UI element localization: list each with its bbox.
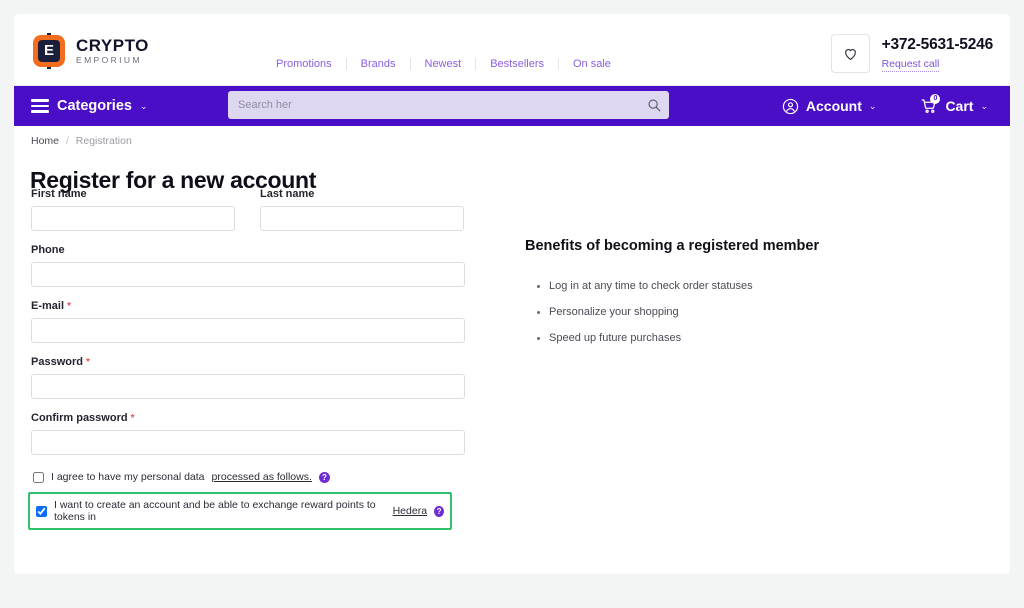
cart-menu[interactable]: 0 Cart ⌄ bbox=[898, 86, 1010, 126]
first-name-input[interactable] bbox=[31, 206, 235, 231]
breadcrumb: Home / Registration bbox=[31, 135, 132, 147]
main-navbar: Categories ⌄ Account ⌄ bbox=[14, 86, 1010, 126]
hedera-text: I want to create an account and be able … bbox=[54, 499, 386, 523]
breadcrumb-current: Registration bbox=[76, 135, 132, 147]
header-right: +372-5631-5246 Request call bbox=[831, 34, 993, 73]
logo-letter: E bbox=[38, 40, 60, 62]
search-box bbox=[228, 91, 669, 119]
hamburger-icon bbox=[31, 99, 49, 112]
field-phone: Phone bbox=[31, 244, 465, 287]
list-item: Speed up future purchases bbox=[549, 332, 965, 344]
label-email: E-mail * bbox=[31, 300, 465, 312]
logo-mark-icon: E bbox=[31, 33, 67, 69]
phone-block: +372-5631-5246 Request call bbox=[882, 36, 993, 72]
chevron-down-icon: ⌄ bbox=[140, 101, 148, 112]
navbar-right: Account ⌄ 0 Cart ⌄ bbox=[760, 86, 1010, 126]
chevron-down-icon: ⌄ bbox=[980, 101, 988, 112]
top-nav-item-newest[interactable]: Newest bbox=[411, 58, 477, 70]
phone-number[interactable]: +372-5631-5246 bbox=[882, 36, 993, 54]
consent-text: I agree to have my personal data bbox=[51, 471, 205, 483]
confirm-password-input[interactable] bbox=[31, 430, 465, 455]
field-last-name: Last name bbox=[260, 188, 464, 231]
breadcrumb-home[interactable]: Home bbox=[31, 135, 59, 147]
wishlist-button[interactable] bbox=[831, 34, 870, 73]
logo-text: CRYPTO EMPORIUM bbox=[76, 37, 149, 66]
field-password: Password * bbox=[31, 356, 465, 399]
field-first-name: First name bbox=[31, 188, 235, 231]
cart-count-badge: 0 bbox=[930, 94, 940, 104]
cart-label: Cart bbox=[945, 98, 973, 114]
consent-row: I agree to have my personal data process… bbox=[31, 468, 482, 486]
label-confirm-password: Confirm password * bbox=[31, 412, 465, 424]
breadcrumb-separator: / bbox=[66, 135, 69, 147]
info-icon[interactable]: ? bbox=[319, 472, 330, 483]
list-item: Log in at any time to check order status… bbox=[549, 280, 965, 292]
required-marker: * bbox=[67, 301, 71, 312]
info-icon[interactable]: ? bbox=[434, 506, 444, 517]
categories-button[interactable]: Categories ⌄ bbox=[31, 98, 148, 114]
email-input[interactable] bbox=[31, 318, 465, 343]
logo-subtitle: EMPORIUM bbox=[76, 55, 149, 66]
list-item: Personalize your shopping bbox=[549, 306, 965, 318]
request-call-link[interactable]: Request call bbox=[882, 58, 940, 72]
account-menu[interactable]: Account ⌄ bbox=[760, 86, 899, 126]
categories-label: Categories bbox=[57, 98, 132, 114]
search-input[interactable] bbox=[228, 99, 639, 111]
site-header: E CRYPTO EMPORIUM Promotions Brands Newe… bbox=[14, 14, 1010, 86]
hedera-link[interactable]: Hedera bbox=[393, 505, 427, 517]
site-logo[interactable]: E CRYPTO EMPORIUM bbox=[31, 33, 149, 69]
label-password: Password * bbox=[31, 356, 465, 368]
chevron-down-icon: ⌄ bbox=[869, 101, 877, 112]
benefits-title: Benefits of becoming a registered member bbox=[525, 238, 965, 254]
search-icon bbox=[647, 98, 661, 112]
required-marker: * bbox=[131, 413, 135, 424]
top-nav-item-on-sale[interactable]: On sale bbox=[559, 58, 625, 70]
top-nav-item-promotions[interactable]: Promotions bbox=[262, 58, 347, 70]
field-email: E-mail * bbox=[31, 300, 465, 343]
registration-form: First name Last name Phone E-mail * bbox=[14, 188, 482, 530]
hedera-highlight-box: I want to create an account and be able … bbox=[28, 492, 452, 530]
top-nav-item-bestsellers[interactable]: Bestsellers bbox=[476, 58, 559, 70]
processed-as-follows-link[interactable]: processed as follows. bbox=[212, 471, 312, 483]
password-input[interactable] bbox=[31, 374, 465, 399]
last-name-input[interactable] bbox=[260, 206, 464, 231]
label-last-name: Last name bbox=[260, 188, 464, 200]
top-nav-item-brands[interactable]: Brands bbox=[347, 58, 411, 70]
label-first-name: First name bbox=[31, 188, 235, 200]
search-button[interactable] bbox=[639, 91, 669, 119]
benefits-list: Log in at any time to check order status… bbox=[525, 280, 965, 344]
label-phone: Phone bbox=[31, 244, 465, 256]
top-nav: Promotions Brands Newest Bestsellers On … bbox=[262, 58, 625, 70]
name-row: First name Last name bbox=[31, 188, 482, 244]
benefits-panel: Benefits of becoming a registered member… bbox=[525, 238, 965, 358]
field-confirm-password: Confirm password * bbox=[31, 412, 465, 455]
phone-input[interactable] bbox=[31, 262, 465, 287]
hedera-checkbox[interactable] bbox=[36, 506, 47, 517]
hedera-row: I want to create an account and be able … bbox=[34, 496, 446, 526]
logo-title: CRYPTO bbox=[76, 37, 149, 55]
consent-checkbox[interactable] bbox=[33, 472, 44, 483]
heart-icon bbox=[842, 46, 859, 62]
page-content: Home / Registration Register for a new a… bbox=[14, 126, 1010, 574]
page-card: E CRYPTO EMPORIUM Promotions Brands Newe… bbox=[14, 14, 1010, 574]
user-circle-icon bbox=[782, 98, 799, 115]
required-marker: * bbox=[86, 357, 90, 368]
account-label: Account bbox=[806, 98, 862, 114]
